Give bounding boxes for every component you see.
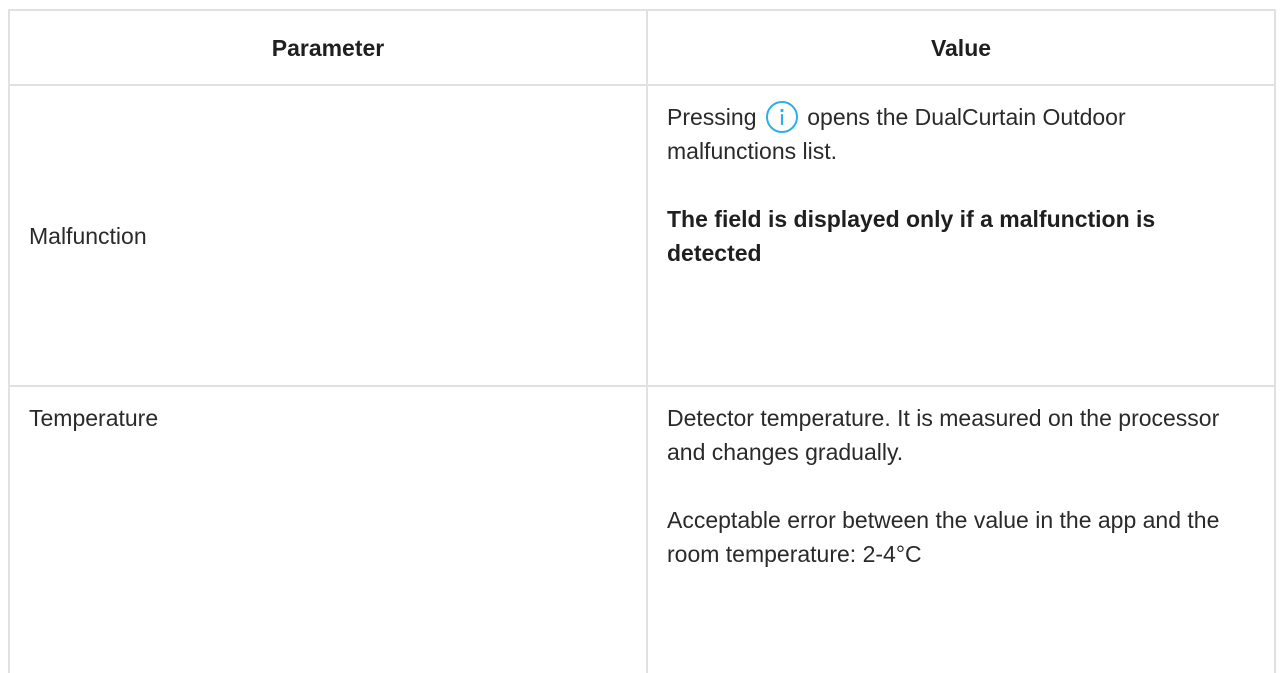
malfunction-description: Pressing opens the DualCurtain Outdoor m… <box>667 100 1234 168</box>
value-malfunction: Pressing opens the DualCurtain Outdoor m… <box>646 84 1276 387</box>
param-temperature: Temperature <box>8 385 648 673</box>
malfunction-description-prefix: Pressing <box>667 104 757 130</box>
temperature-error-note: Acceptable error between the value in th… <box>667 507 1220 567</box>
parameter-table: Parameter Value Malfunction Pressing ope… <box>8 9 1276 673</box>
table-row-temperature: Temperature Detector temperature. It is … <box>8 385 1276 673</box>
param-malfunction: Malfunction <box>8 84 648 387</box>
table-header-row: Parameter Value <box>8 9 1276 86</box>
value-temperature: Detector temperature. It is measured on … <box>646 385 1276 673</box>
header-value: Value <box>646 9 1276 86</box>
malfunction-note: The field is displayed only if a malfunc… <box>667 206 1156 266</box>
info-icon <box>765 100 798 133</box>
temperature-description: Detector temperature. It is measured on … <box>667 405 1220 465</box>
table-row-malfunction: Malfunction Pressing opens the DualCurta… <box>8 84 1276 387</box>
header-parameter: Parameter <box>8 9 648 86</box>
